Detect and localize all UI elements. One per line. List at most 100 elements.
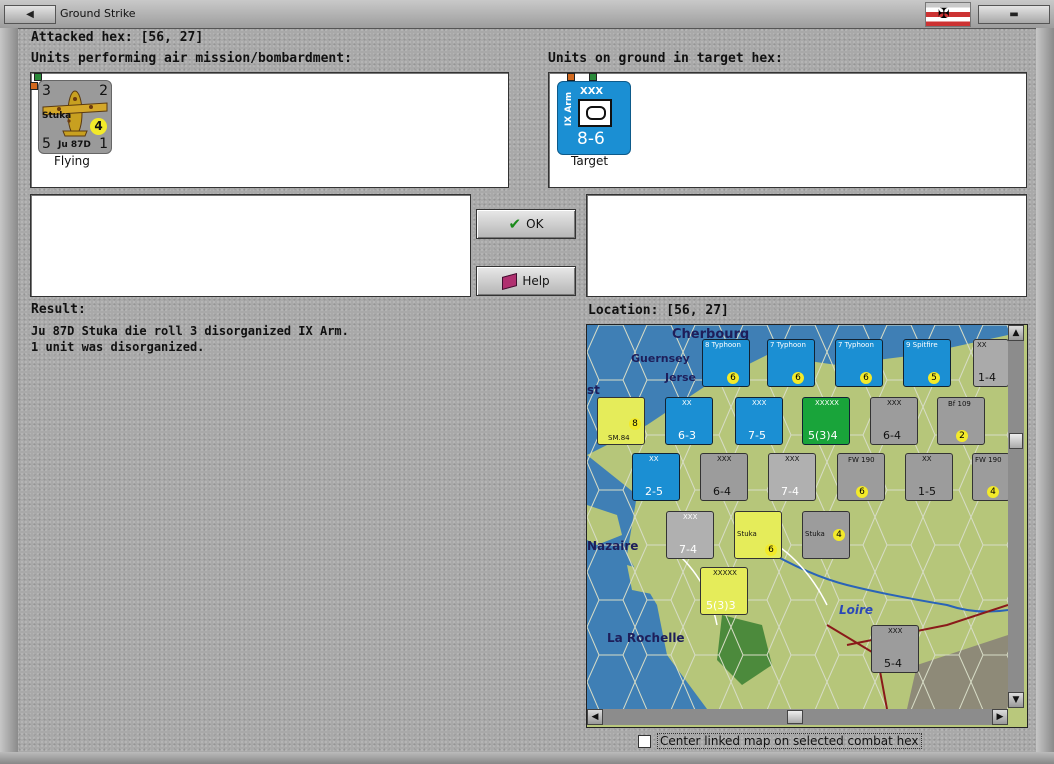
map-horizontal-scrollbar[interactable]: ◀ ▶ [587,709,1008,725]
counter-value: 2 [956,430,968,442]
counter-value: 5-4 [884,657,902,670]
map-unit-counter[interactable]: XXX 6-4 [700,453,748,501]
map-unit-counter[interactable]: XX 1-4 [973,339,1009,387]
counter-name: Stuka [805,530,825,538]
counter-name: 7 Typhoon [770,341,806,349]
defender-status-caption: Target [571,154,609,168]
ok-button[interactable]: ✔ OK [476,209,576,239]
vertical-scroll-thumb[interactable] [1009,433,1023,449]
map-place-label: Nazaire [587,539,639,553]
ix-arm-unit-counter[interactable]: XXX IX Arm 8-6 [557,81,631,155]
ok-label: OK [526,217,544,231]
counter-value: 4 [833,529,845,541]
attackers-label: Units performing air mission/bombardment… [31,51,352,66]
attack-value: 3 [42,83,51,99]
attackers-panel: 3 2 Stuka 4 5 Ju 87D 1 Flying [30,72,509,188]
map-unit-counter[interactable]: Stuka 4 [802,511,850,559]
map-unit-counter[interactable]: 8 Typhoon 6 [702,339,750,387]
counter-name: XXXXX [713,569,737,577]
window-bottom-frame [0,752,1054,764]
map-unit-counter[interactable]: SM.84 8 [597,397,645,445]
map-unit-counter[interactable]: FW 190 6 [837,453,885,501]
counter-name: XXX [683,513,698,521]
counter-name: XX [649,455,659,463]
map-unit-counter[interactable]: 9 Spitfire 5 [903,339,951,387]
map-place-label: st [587,383,600,397]
map-unit-counter[interactable]: XXX 7-5 [735,397,783,445]
armor-symbol-icon [578,99,612,127]
checkmark-icon: ✔ [508,215,522,233]
help-book-icon [502,272,518,290]
national-flag-icon: ✠ [925,2,971,27]
counter-name: XXXXX [815,399,839,407]
map-unit-counter[interactable]: XXXXX 5(3)4 [802,397,850,445]
help-button[interactable]: Help [476,266,576,296]
counter-name: 8 Typhoon [705,341,741,349]
counter-name: XXX [888,627,903,635]
counter-name: XXX [752,399,767,407]
counter-value: 6-3 [678,429,696,442]
counter-value: 4 [987,486,999,498]
map-unit-counter[interactable]: XXX 7-4 [768,453,816,501]
location-map[interactable]: Cherbourg Guernsey Jerse Nazaire La Roch… [586,324,1028,728]
counter-name: XX [977,341,987,349]
title-bar: ◀ Ground Strike ✠ ▬ [0,0,1054,29]
defense-value: 5 [42,136,51,152]
counter-value: 6 [727,372,739,384]
status-marker-icon [30,82,38,90]
air-to-air-value: 1 [99,136,108,152]
restore-button[interactable]: ▬ [978,5,1050,24]
map-unit-counter[interactable]: Stuka 6 [734,511,782,559]
unit-size: XXX [580,86,604,97]
result-line-1: Ju 87D Stuka die roll 3 disorganized IX … [31,324,349,338]
counter-name: XXX [887,399,902,407]
map-unit-counter[interactable]: XXX 6-4 [870,397,918,445]
scroll-up-arrow-icon[interactable]: ▲ [1008,325,1024,341]
counter-name: XXX [717,455,732,463]
map-unit-counter[interactable]: 7 Typhoon 6 [767,339,815,387]
status-marker-icon [589,73,597,81]
map-unit-counter[interactable]: XXXXX 5(3)3 [700,567,748,615]
map-unit-counter[interactable]: XXX 5-4 [871,625,919,673]
scroll-right-arrow-icon[interactable]: ▶ [992,709,1008,725]
map-unit-counter[interactable]: XX 6-3 [665,397,713,445]
counter-value: 5(3)3 [706,599,736,612]
map-unit-counter[interactable]: FW 190 4 [972,453,1010,501]
map-unit-counter[interactable]: XX 1-5 [905,453,953,501]
counter-value: 6 [856,486,868,498]
counter-value: 7-5 [748,429,766,442]
horizontal-scroll-thumb[interactable] [787,710,803,724]
defenders-label: Units on ground in target hex: [548,51,783,66]
counter-value: 6 [792,372,804,384]
help-label: Help [522,274,550,288]
map-place-label: Guernsey [631,352,690,365]
scroll-down-arrow-icon[interactable]: ▼ [1008,692,1024,708]
map-river-label: Loire [839,603,874,617]
status-marker-icon [567,73,575,81]
counter-value: 8 [629,418,641,430]
attacker-status-caption: Flying [54,154,90,168]
map-unit-counter[interactable]: XXX 7-4 [666,511,714,559]
counter-name: SM.84 [608,434,630,442]
result-line-2: 1 unit was disorganized. [31,340,205,354]
window-frame-left [0,28,18,752]
map-unit-counter[interactable]: XX 2-5 [632,453,680,501]
map-unit-counter[interactable]: Bf 109 2 [937,397,985,445]
counter-name: XX [922,455,932,463]
map-place-label: La Rochelle [607,631,685,645]
counter-value: 6-4 [883,429,901,442]
center-map-option[interactable]: Center linked map on selected combat hex [638,733,922,749]
map-unit-counter[interactable]: 7 Typhoon 6 [835,339,883,387]
stuka-unit-counter[interactable]: 3 2 Stuka 4 5 Ju 87D 1 [38,80,112,154]
map-vertical-scrollbar[interactable]: ▲ ▼ [1008,325,1024,708]
unit-name: Stuka [42,111,72,121]
counter-value: 7-4 [679,543,697,556]
counter-value: 6-4 [713,485,731,498]
center-map-label[interactable]: Center linked map on selected combat hex [657,733,922,749]
counter-value: 2-5 [645,485,663,498]
scroll-left-arrow-icon[interactable]: ◀ [587,709,603,725]
aircraft-type: Ju 87D [58,140,91,150]
defenders-panel: XXX IX Arm 8-6 Target [548,72,1027,188]
system-menu-button[interactable]: ◀ [4,5,56,24]
center-map-checkbox[interactable] [638,734,651,748]
